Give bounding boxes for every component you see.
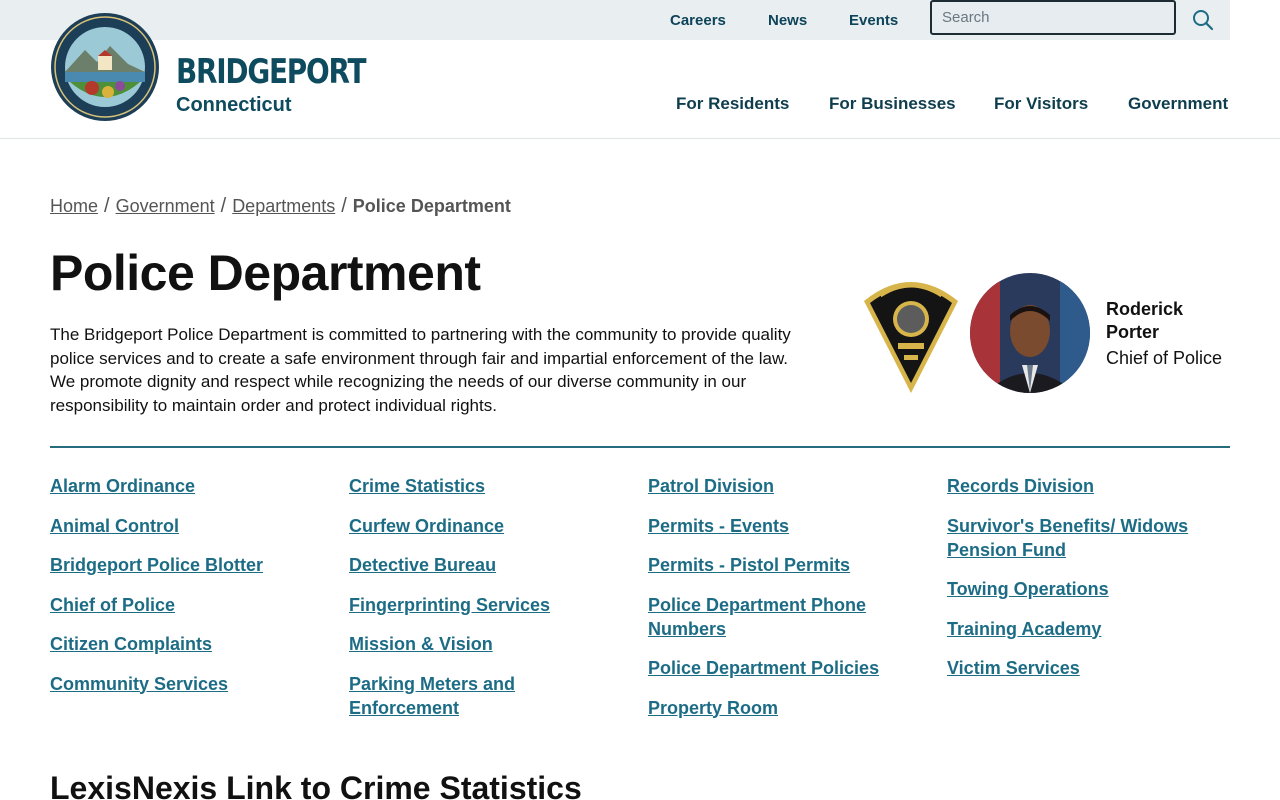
link-permits-events[interactable]: Permits - Events bbox=[648, 514, 928, 538]
breadcrumb-separator: / bbox=[220, 195, 227, 217]
chief-portrait-image bbox=[970, 273, 1090, 393]
link-detective-bureau[interactable]: Detective Bureau bbox=[349, 553, 629, 577]
link-pistol-permits[interactable]: Permits - Pistol Permits bbox=[648, 553, 928, 577]
news-link[interactable]: News bbox=[768, 12, 807, 29]
breadcrumb-home[interactable]: Home bbox=[50, 196, 98, 216]
link-patrol-division[interactable]: Patrol Division bbox=[648, 474, 928, 498]
header-divider bbox=[0, 138, 1280, 139]
careers-link[interactable]: Careers bbox=[670, 12, 726, 29]
brand-name[interactable]: BRIDGEPORT bbox=[176, 55, 366, 89]
links-column-2: Crime Statistics Curfew Ordinance Detect… bbox=[349, 474, 629, 735]
links-column-3: Patrol Division Permits - Events Permits… bbox=[648, 474, 928, 735]
link-crime-statistics[interactable]: Crime Statistics bbox=[349, 474, 629, 498]
link-department-policies[interactable]: Police Department Policies bbox=[648, 656, 928, 680]
link-fingerprinting-services[interactable]: Fingerprinting Services bbox=[349, 593, 629, 617]
link-mission-vision[interactable]: Mission & Vision bbox=[349, 632, 629, 656]
link-records-division[interactable]: Records Division bbox=[947, 474, 1227, 498]
search-input[interactable] bbox=[930, 0, 1176, 35]
link-training-academy[interactable]: Training Academy bbox=[947, 617, 1227, 641]
link-property-room[interactable]: Property Room bbox=[648, 696, 928, 720]
police-badge-image bbox=[864, 282, 958, 393]
nav-government[interactable]: Government bbox=[1128, 94, 1228, 114]
link-animal-control[interactable]: Animal Control bbox=[50, 514, 330, 538]
breadcrumb-separator: / bbox=[341, 195, 347, 217]
nav-for-visitors[interactable]: For Visitors bbox=[994, 94, 1088, 114]
search-icon bbox=[1193, 10, 1214, 31]
link-community-services[interactable]: Community Services bbox=[50, 672, 330, 696]
link-towing-operations[interactable]: Towing Operations bbox=[947, 577, 1227, 601]
section-divider bbox=[50, 446, 1230, 448]
events-link[interactable]: Events bbox=[849, 12, 898, 29]
link-curfew-ordinance[interactable]: Curfew Ordinance bbox=[349, 514, 629, 538]
links-column-4: Records Division Survivor's Benefits/ Wi… bbox=[947, 474, 1227, 696]
link-chief-of-police[interactable]: Chief of Police bbox=[50, 593, 330, 617]
breadcrumb-separator: / bbox=[104, 195, 110, 217]
chief-title: Chief of Police bbox=[1106, 348, 1223, 368]
link-parking-meters[interactable]: Parking Meters and Enforcement bbox=[349, 672, 629, 720]
link-citizen-complaints[interactable]: Citizen Complaints bbox=[50, 632, 330, 656]
breadcrumb-current: Police Department bbox=[352, 196, 511, 216]
nav-for-residents[interactable]: For Residents bbox=[676, 94, 789, 114]
links-column-1: Alarm Ordinance Animal Control Bridgepor… bbox=[50, 474, 330, 711]
search-button[interactable] bbox=[1184, 4, 1222, 36]
breadcrumb: Home / Government / Departments / Police Depar… bbox=[50, 195, 511, 218]
link-phone-numbers[interactable]: Police Department Phone Numbers bbox=[648, 593, 888, 641]
breadcrumb-departments[interactable]: Departments bbox=[232, 196, 335, 216]
lexisnexis-heading: LexisNexis Link to Crime Statistics bbox=[50, 770, 582, 800]
brand-subtitle: Connecticut bbox=[176, 94, 292, 116]
nav-for-businesses[interactable]: For Businesses bbox=[829, 94, 956, 114]
link-survivors-benefits[interactable]: Survivor's Benefits/ Widows Pension Fund bbox=[947, 514, 1197, 562]
utility-bar: Careers News Events bbox=[0, 0, 1230, 40]
link-alarm-ordinance[interactable]: Alarm Ordinance bbox=[50, 474, 330, 498]
page-title: Police Department bbox=[50, 245, 481, 301]
breadcrumb-government[interactable]: Government bbox=[116, 196, 215, 216]
city-seal-logo[interactable] bbox=[50, 12, 160, 122]
chief-name: Roderick Porter bbox=[1106, 299, 1184, 342]
link-police-blotter[interactable]: Bridgeport Police Blotter bbox=[50, 553, 330, 577]
chief-portrait bbox=[970, 273, 1090, 393]
link-victim-services[interactable]: Victim Services bbox=[947, 656, 1227, 680]
intro-paragraph: The Bridgeport Police Department is comm… bbox=[50, 325, 791, 415]
